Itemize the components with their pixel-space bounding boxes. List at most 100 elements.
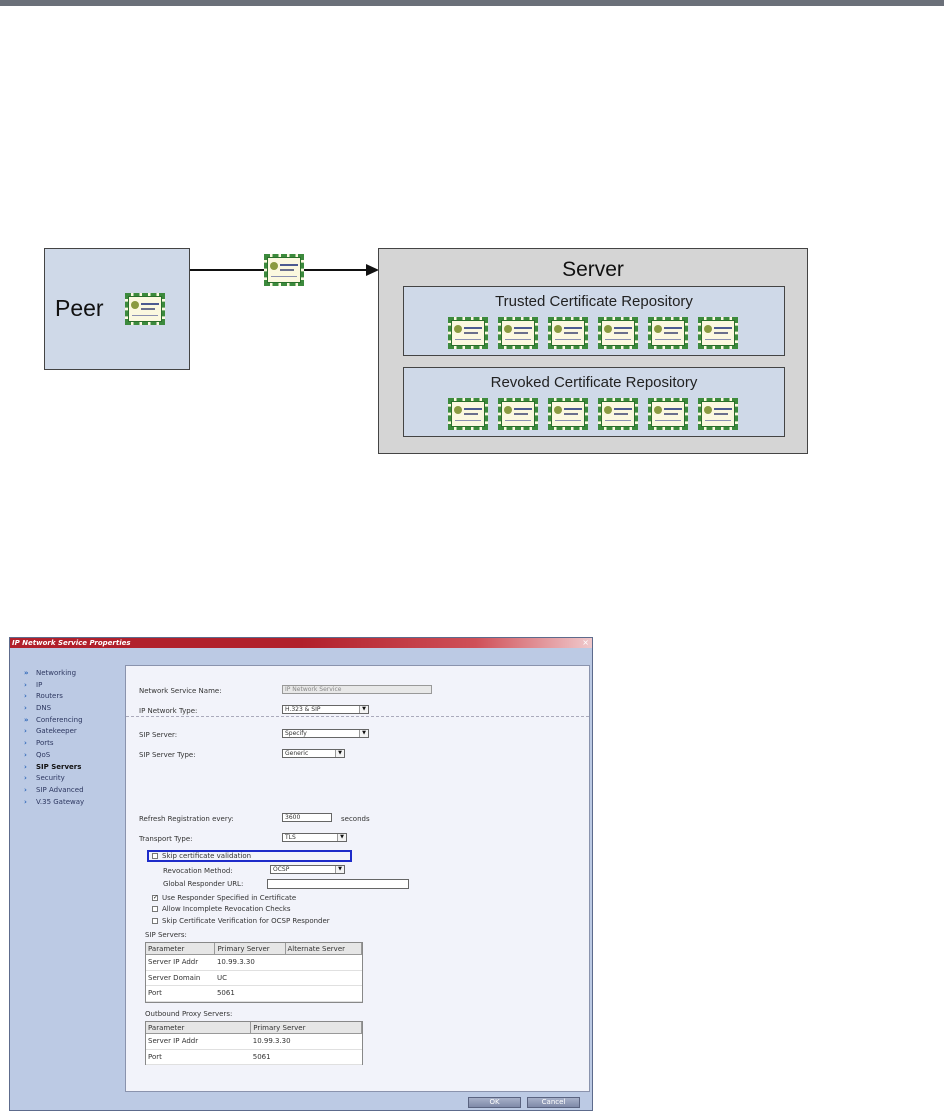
peer-certificate-icon xyxy=(125,293,165,325)
refresh-registration-label: Refresh Registration every: xyxy=(139,815,234,823)
nav-item-label: SIP Advanced xyxy=(36,785,84,794)
sip-server-type-label: SIP Server Type: xyxy=(139,751,196,759)
dialog-nav-menu: » Networking › IP › Routers › DNS» Conferencing ›… xyxy=(20,668,120,808)
chevron-right-icon: » xyxy=(24,715,29,724)
nav-item-label: Networking xyxy=(36,669,77,677)
server-label: Server xyxy=(562,258,624,281)
table-cell: 5061 xyxy=(214,985,285,1002)
dialog-title-bar[interactable]: IP Network Service Properties × xyxy=(10,638,592,648)
table-row[interactable]: Server IP Addr 10.99.3.30 xyxy=(146,1033,362,1050)
chevron-down-icon: ▼ xyxy=(337,834,346,841)
peer-label: Peer xyxy=(55,295,104,321)
ok-button[interactable]: OK xyxy=(468,1097,521,1108)
chevron-right-icon: › xyxy=(24,750,27,759)
table-cell: 5061 xyxy=(250,1049,362,1065)
skip-validation-checkbox[interactable] xyxy=(152,853,158,859)
nav-item-sip-advanced[interactable]: › SIP Advanced xyxy=(20,785,120,797)
chevron-down-icon: ▼ xyxy=(359,706,368,713)
sip-server-label: SIP Server: xyxy=(139,731,178,739)
table-cell: 10.99.3.30 xyxy=(250,1033,362,1050)
nav-item-networking[interactable]: » Networking xyxy=(20,668,120,680)
repository-certificate-icon xyxy=(598,398,638,430)
revocation-method-select[interactable]: OCSP ▼ xyxy=(270,865,345,874)
column-header[interactable]: Parameter xyxy=(146,1022,252,1034)
sip-server-select[interactable]: Specify ▼ xyxy=(282,729,369,738)
table-cell xyxy=(285,985,362,1002)
table-row[interactable]: Server IP Addr 10.99.3.30 xyxy=(146,954,362,971)
skip-ocsp-checkbox[interactable] xyxy=(152,918,158,924)
nav-item-sip-servers[interactable]: › SIP Servers xyxy=(20,762,120,774)
global-responder-input[interactable] xyxy=(267,879,409,889)
chevron-right-icon: › xyxy=(24,727,27,736)
allow-incomplete-checkbox[interactable] xyxy=(152,906,158,912)
table-cell: Server IP Addr xyxy=(146,1033,251,1050)
outbound-proxy-table: Parameter Primary Server Server IP Addr 10.… xyxy=(145,1021,363,1065)
nav-item-ip[interactable]: › IP xyxy=(20,680,120,692)
use-responder-label: Use Responder Specified in Certificate xyxy=(162,894,297,902)
nav-item-conferencing[interactable]: » Conferencing xyxy=(20,715,120,727)
use-responder-checkbox[interactable]: ✓ xyxy=(152,895,158,901)
refresh-registration-input[interactable]: 3600 xyxy=(282,813,332,822)
server-box: Server Trusted Certificate Repository Re… xyxy=(378,248,808,454)
table-cell xyxy=(285,954,362,971)
global-responder-label: Global Responder URL: xyxy=(163,880,244,888)
sip-server-type-select[interactable]: Generic ▼ xyxy=(282,749,345,758)
column-header[interactable]: Primary Server xyxy=(250,1022,362,1034)
column-header[interactable]: Parameter xyxy=(146,943,216,955)
nav-item-ports[interactable]: › Ports xyxy=(20,738,120,750)
chevron-right-icon: › xyxy=(24,785,27,794)
nav-item-label: SIP Servers xyxy=(36,762,82,771)
repository-certificate-icon xyxy=(598,317,638,349)
chevron-down-icon: ▼ xyxy=(335,750,344,757)
cancel-button[interactable]: Cancel xyxy=(527,1097,580,1108)
repository-certificate-icon xyxy=(498,398,538,430)
table-cell: 10.99.3.30 xyxy=(214,954,285,971)
revoked-repo-title: Revoked Certificate Repository xyxy=(490,374,698,391)
chevron-right-icon: › xyxy=(24,762,27,771)
revoked-certificate-repository: Revoked Certificate Repository xyxy=(403,367,785,437)
skip-validation-label: Skip certificate validation xyxy=(162,852,252,860)
table-header-row: Parameter Primary Server Alternate Server xyxy=(146,943,362,955)
page-header-bar xyxy=(0,0,944,6)
repository-certificate-icon xyxy=(498,317,538,349)
dialog-title: IP Network Service Properties xyxy=(12,639,131,647)
nav-item-label: IP xyxy=(36,680,43,689)
network-type-select[interactable]: H.323 & SIP ▼ xyxy=(282,705,369,714)
table-cell: Port xyxy=(146,985,215,1002)
nav-item-qos[interactable]: › QoS xyxy=(20,750,120,762)
chevron-down-icon: ▼ xyxy=(335,866,344,873)
column-header[interactable]: Alternate Server xyxy=(285,943,362,955)
chevron-right-icon: › xyxy=(24,692,27,701)
chevron-right-icon: › xyxy=(24,680,27,689)
repository-certificate-icon xyxy=(648,317,688,349)
trusted-certificate-repository: Trusted Certificate Repository xyxy=(403,286,785,356)
transmitted-certificate-icon xyxy=(264,254,304,286)
table-row[interactable]: Server Domain UC xyxy=(146,970,362,986)
table-cell: Port xyxy=(146,1049,251,1065)
table-row[interactable]: Port 5061 xyxy=(146,1049,362,1065)
peer-box: Peer xyxy=(44,248,190,370)
repository-certificate-icon xyxy=(548,398,588,430)
ip-network-service-dialog: IP Network Service Properties × » Network… xyxy=(9,637,593,1111)
sip-servers-panel: Network Service Name: IP Network Service… xyxy=(125,665,590,1092)
trusted-repo-title: Trusted Certificate Repository xyxy=(495,293,693,310)
nav-item-v-35-gateway[interactable]: › V.35 Gateway xyxy=(20,797,120,809)
chevron-right-icon: » xyxy=(24,669,29,677)
transport-type-select[interactable]: TLS ▼ xyxy=(282,833,347,842)
nav-item-label: QoS xyxy=(36,750,51,759)
nav-item-label: Ports xyxy=(36,739,54,748)
nav-item-routers[interactable]: › Routers xyxy=(20,691,120,703)
table-cell: Server IP Addr xyxy=(146,954,215,971)
chevron-right-icon: › xyxy=(24,739,27,748)
nav-item-dns[interactable]: › DNS xyxy=(20,703,120,715)
table-row[interactable]: Port 5061 xyxy=(146,985,362,1002)
repository-certificate-icon xyxy=(548,317,588,349)
column-header[interactable]: Primary Server xyxy=(214,943,286,955)
nav-item-gatekeeper[interactable]: › Gatekeeper xyxy=(20,726,120,738)
service-name-label: Network Service Name: xyxy=(139,687,222,695)
close-icon[interactable]: × xyxy=(582,638,589,647)
skip-ocsp-label: Skip Certificate Verification for OCSP R… xyxy=(162,917,330,925)
service-name-input[interactable]: IP Network Service xyxy=(282,685,432,694)
sip-servers-table: Parameter Primary Server Alternate Server S… xyxy=(145,942,363,1003)
nav-item-security[interactable]: › Security xyxy=(20,773,120,785)
